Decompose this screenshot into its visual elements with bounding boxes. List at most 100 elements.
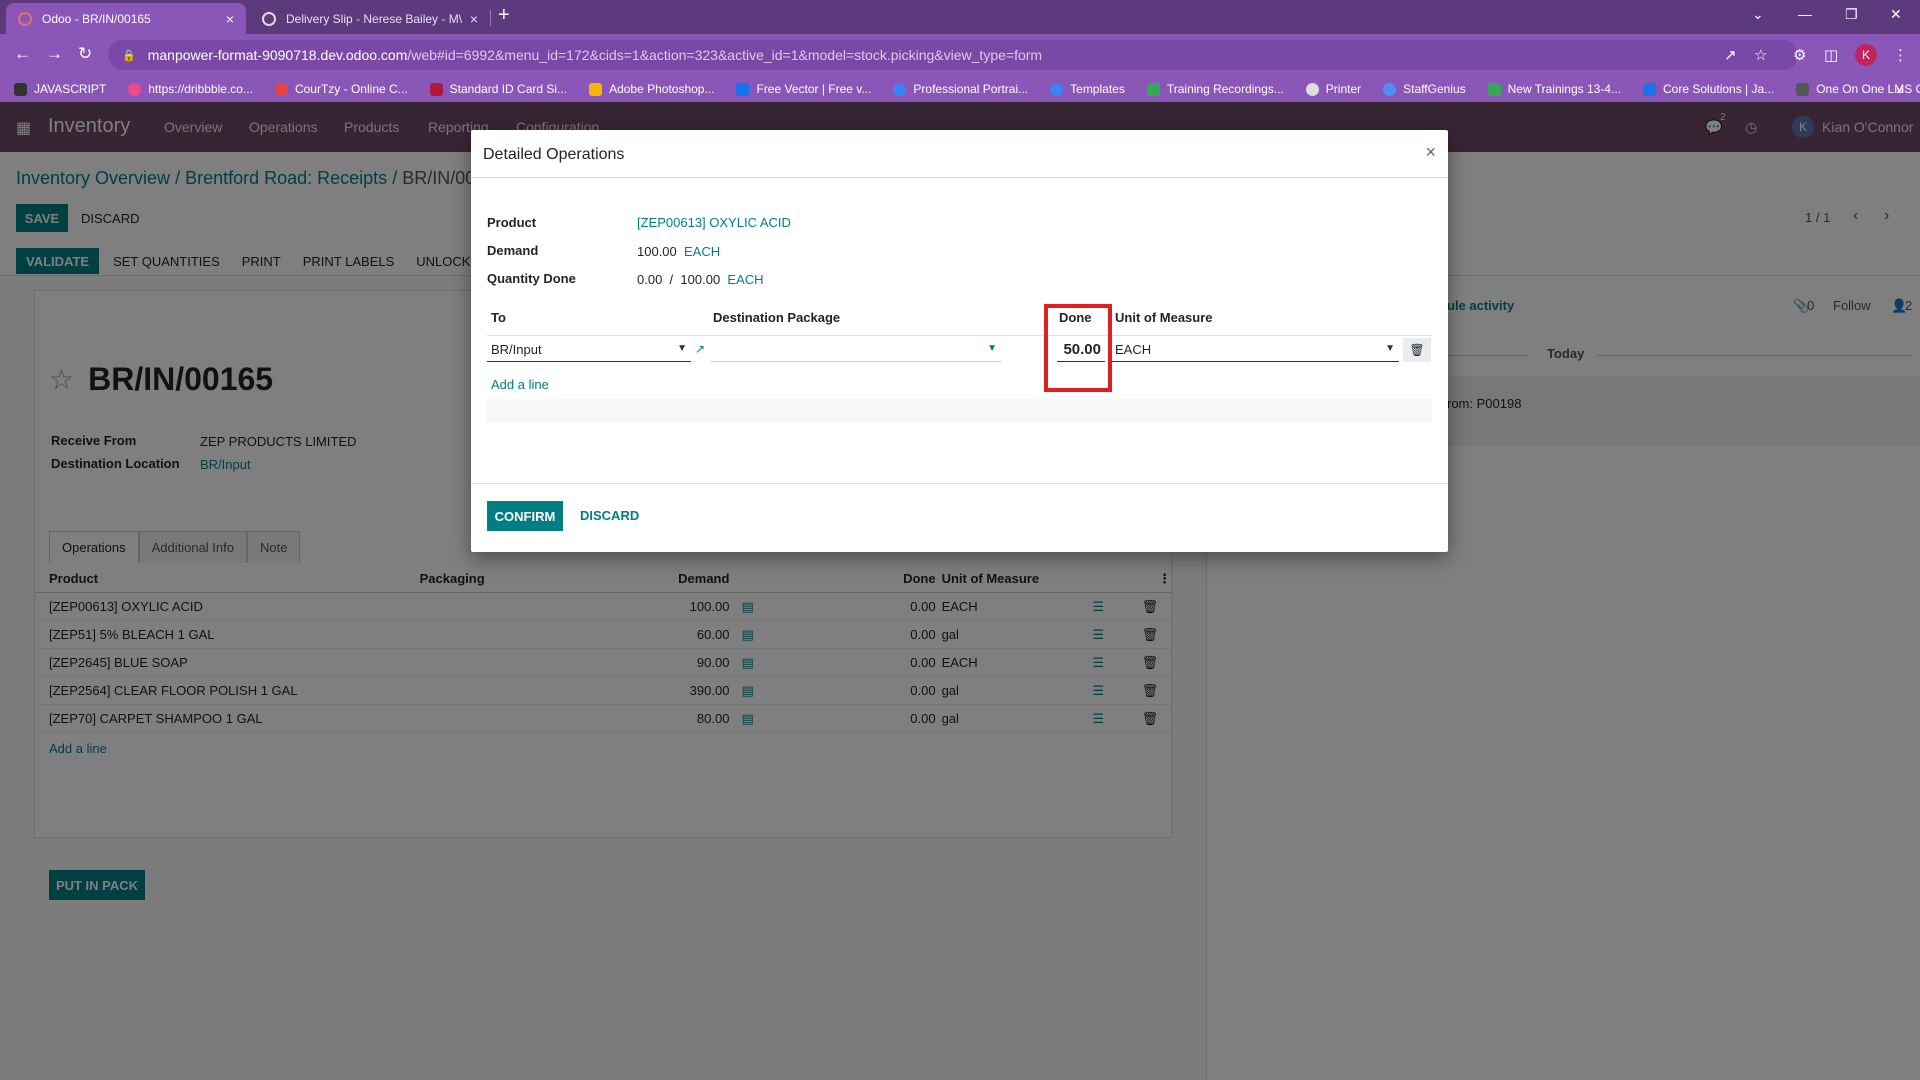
quantity-done-label: Quantity Done — [487, 271, 576, 286]
quantity-done-qty: 0.00 — [637, 272, 663, 287]
confirm-button[interactable]: CONFIRM — [487, 501, 563, 531]
bookmark-label: New Trainings 13-4... — [1507, 82, 1622, 96]
new-tab-button[interactable]: + — [498, 4, 510, 27]
bookmark-label: Adobe Photoshop... — [609, 82, 715, 96]
bookmark-favicon-icon — [1643, 82, 1657, 96]
quantity-done-value: 0.00 / 100.00 EACH — [637, 272, 764, 287]
dialog-header: Detailed Operations × — [471, 130, 1448, 178]
bookmark-favicon-icon — [736, 82, 750, 96]
bookmark-favicon-icon — [128, 82, 142, 96]
bookmarks-bar: JAVASCRIPT https://dribbble.co... CourTz… — [0, 76, 1920, 102]
bookmark-label: Professional Portrai... — [913, 82, 1029, 96]
bookmark-favicon-icon — [1383, 82, 1397, 96]
column-unit-of-measure[interactable]: Unit of Measure — [1115, 310, 1213, 334]
close-tab-icon[interactable]: × — [226, 11, 234, 27]
bookmark-label: Training Recordings... — [1166, 82, 1284, 96]
tab-odoo[interactable]: Odoo - BR/IN/00165 × — [6, 3, 246, 34]
bookmark-item[interactable]: Core Solutions | Ja... — [1643, 82, 1774, 96]
bookmark-item[interactable]: https://dribbble.co... — [128, 82, 253, 96]
to-location-value: BR/Input — [491, 342, 542, 357]
close-tab-icon[interactable]: × — [470, 11, 478, 27]
discard-button[interactable]: DISCARD — [580, 508, 639, 523]
more-bookmarks-icon[interactable]: » — [1896, 81, 1904, 97]
product-value[interactable]: [ZEP00613] OXYLIC ACID — [637, 215, 791, 230]
reload-icon[interactable]: ↻ — [78, 44, 92, 64]
bookmark-item[interactable]: Printer — [1305, 82, 1362, 96]
bookmark-item[interactable]: Training Recordings... — [1146, 82, 1284, 96]
close-icon[interactable]: × — [1425, 142, 1436, 163]
share-icon[interactable]: ↗ — [1724, 46, 1737, 64]
tab-search-icon[interactable]: ⌄ — [1752, 6, 1764, 23]
table-row[interactable]: BR/Input ▼ ↗ ▼ 50.00 EACH ▼ 🗑 — [487, 335, 1432, 363]
demand-label: Demand — [487, 243, 539, 258]
demand-qty: 100.00 — [637, 244, 677, 259]
address-toolbar: ← → ↻ 🔒 manpower-format-9090718.dev.odoo… — [0, 34, 1920, 76]
quantity-done-total: 100.00 — [680, 272, 721, 287]
delete-line-icon[interactable]: 🗑 — [1403, 338, 1431, 362]
bookmark-favicon-icon — [589, 82, 603, 96]
quantity-done-separator: / — [669, 272, 674, 287]
bookmark-favicon-icon — [14, 82, 27, 96]
dropdown-caret-icon[interactable]: ▼ — [987, 343, 997, 354]
lock-icon: 🔒 — [122, 49, 136, 62]
bookmark-label: Free Vector | Free v... — [756, 82, 872, 96]
bookmark-label: Standard ID Card Si... — [449, 82, 568, 96]
bookmark-favicon-icon — [1487, 82, 1501, 96]
uom-value: EACH — [1115, 342, 1152, 357]
demand-value: 100.00 EACH — [637, 244, 720, 259]
bookmark-label: Core Solutions | Ja... — [1663, 82, 1775, 96]
dropdown-caret-icon[interactable]: ▼ — [1385, 343, 1395, 354]
bookmark-item[interactable]: Standard ID Card Si... — [429, 82, 568, 96]
bookmark-label: Printer — [1325, 82, 1362, 96]
bookmark-label: One On One LMS O... — [1816, 82, 1920, 96]
back-icon[interactable]: ← — [14, 44, 31, 64]
destination-package-select[interactable]: ▼ — [711, 338, 1001, 362]
bookmark-item[interactable]: New Trainings 13-4... — [1487, 82, 1622, 96]
annotation-highlight-box — [1044, 304, 1112, 392]
tab-divider — [490, 10, 491, 26]
bookmark-label: https://dribbble.co... — [148, 82, 253, 96]
uom-select[interactable]: EACH ▼ — [1111, 338, 1399, 362]
bookmark-favicon-icon — [1146, 82, 1160, 96]
bookmark-item[interactable]: Adobe Photoshop... — [589, 82, 714, 96]
external-link-icon[interactable]: ↗ — [695, 342, 705, 356]
restore-button[interactable]: ❐ — [1845, 6, 1858, 23]
close-window-button[interactable]: ✕ — [1890, 6, 1902, 23]
bookmark-label: Templates — [1070, 82, 1125, 96]
dialog-title: Detailed Operations — [483, 146, 625, 163]
quantity-done-uom: EACH — [727, 272, 764, 287]
bookmark-label: CourTzy - Online C... — [294, 82, 408, 96]
minimize-button[interactable]: — — [1798, 6, 1812, 22]
forward-icon[interactable]: → — [46, 44, 63, 64]
bookmark-favicon-icon — [1305, 82, 1319, 96]
detailed-operations-dialog: Detailed Operations × Product [ZEP00613]… — [471, 130, 1448, 552]
browser-menu-icon[interactable]: ⋮ — [1893, 46, 1908, 64]
bookmark-item[interactable]: StaffGenius — [1383, 82, 1466, 96]
column-to[interactable]: To — [491, 310, 506, 334]
bookmark-item[interactable]: Templates — [1050, 82, 1125, 96]
bookmark-favicon-icon — [1796, 82, 1810, 96]
bookmark-item[interactable]: JAVASCRIPT — [14, 82, 106, 96]
globe-icon — [262, 11, 276, 26]
profile-avatar[interactable]: K — [1855, 44, 1877, 66]
browser-tab-strip: Odoo - BR/IN/00165 × Delivery Slip - Ner… — [0, 0, 1920, 34]
dialog-footer: CONFIRM DISCARD — [471, 483, 1448, 552]
add-line-link[interactable]: Add a line — [491, 377, 549, 392]
url-host: manpower-format-9090718.dev.odoo.com — [147, 47, 408, 63]
extensions-icon[interactable]: ⚙ — [1793, 46, 1806, 64]
side-panel-icon[interactable]: ◫ — [1824, 46, 1838, 64]
bookmark-item[interactable]: Free Vector | Free v... — [736, 82, 871, 96]
tab-delivery-slip[interactable]: Delivery Slip - Nerese Bailey - M\ × — [250, 3, 490, 34]
bookmark-favicon-icon — [274, 82, 288, 96]
to-location-select[interactable]: BR/Input ▼ — [487, 338, 691, 362]
dropdown-caret-icon[interactable]: ▼ — [677, 343, 687, 354]
bookmark-label: JAVASCRIPT — [34, 82, 107, 96]
bookmark-star-icon[interactable]: ☆ — [1754, 46, 1767, 64]
column-destination-package[interactable]: Destination Package — [713, 310, 840, 334]
address-bar[interactable]: 🔒 manpower-format-9090718.dev.odoo.com/w… — [108, 40, 1798, 70]
empty-row — [487, 399, 1432, 423]
product-link[interactable]: [ZEP00613] OXYLIC ACID — [637, 215, 791, 230]
tab-title: Odoo - BR/IN/00165 — [42, 11, 151, 26]
bookmark-item[interactable]: Professional Portrai... — [893, 82, 1028, 96]
bookmark-item[interactable]: CourTzy - Online C... — [274, 82, 408, 96]
